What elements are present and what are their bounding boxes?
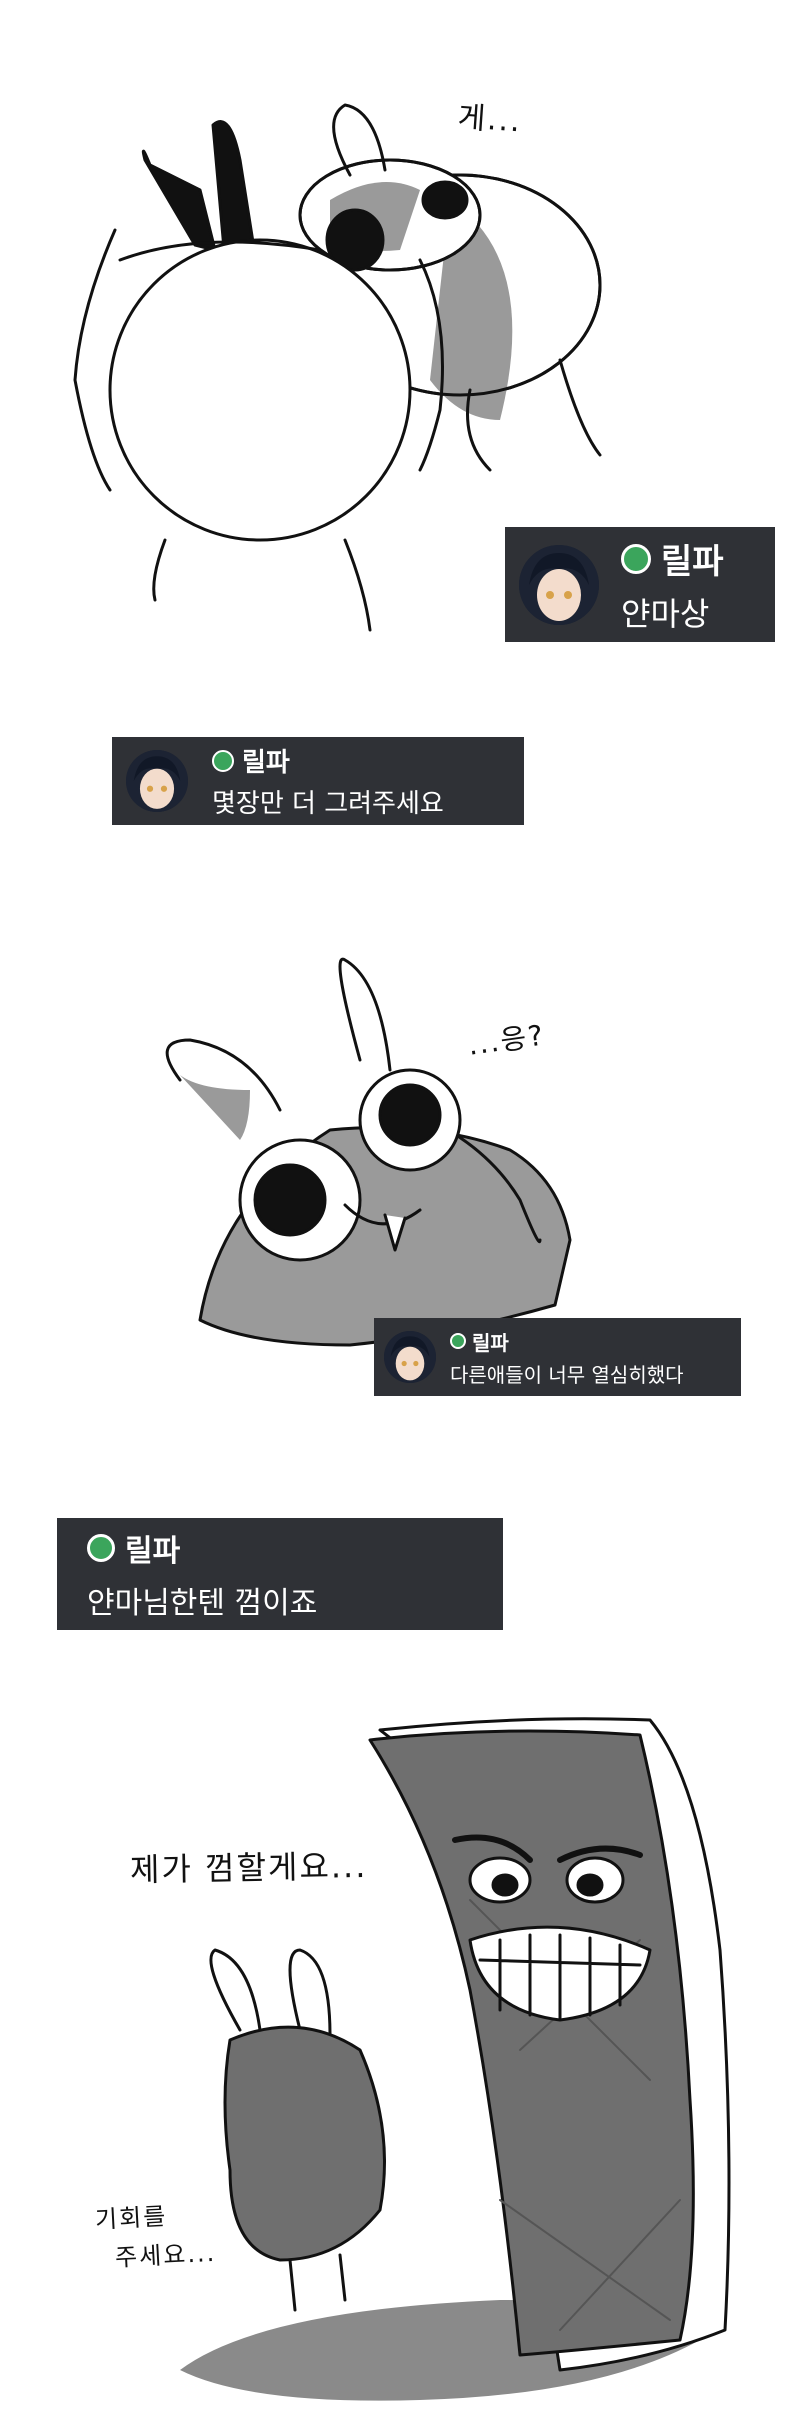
avatar-icon [519,544,599,625]
avatar-icon [126,750,188,812]
online-status-icon [212,749,234,772]
online-status-icon [621,543,651,574]
avatar-icon [384,1331,436,1383]
username: 릴파 [242,748,290,778]
chat-message-card: 릴파 다른애들이 너무 열심히했다 [374,1318,741,1396]
chat-message-card: 릴파 얀마상 [505,527,775,642]
chat-message-card: 릴파 얀마님한텐 껌이죠 [57,1518,503,1630]
username: 릴파 [472,1330,509,1355]
comic-artwork [73,103,731,2401]
sfx-panel5-line2a: 기회를 [94,2202,169,2234]
message-text: 얀마님한텐 껌이죠 [87,1586,318,1621]
chat-message-card: 릴파 몇장만 더 그려주세요 [112,737,524,825]
message-text: 얀마상 [621,595,710,633]
sfx-panel5-line2b: 주세요... [114,2238,217,2272]
online-status-icon [450,1333,466,1349]
message-text: 몇장만 더 그려주세요 [212,789,444,819]
username: 릴파 [661,542,724,582]
panel5-illustration [180,1717,731,2401]
online-status-icon [87,1534,115,1562]
sfx-panel1: 게... [456,100,524,140]
username: 릴파 [125,1534,181,1569]
sfx-panel5-line1: 제가 껌할게요... [129,1846,368,1889]
message-text: 다른애들이 너무 열심히했다 [450,1362,684,1387]
